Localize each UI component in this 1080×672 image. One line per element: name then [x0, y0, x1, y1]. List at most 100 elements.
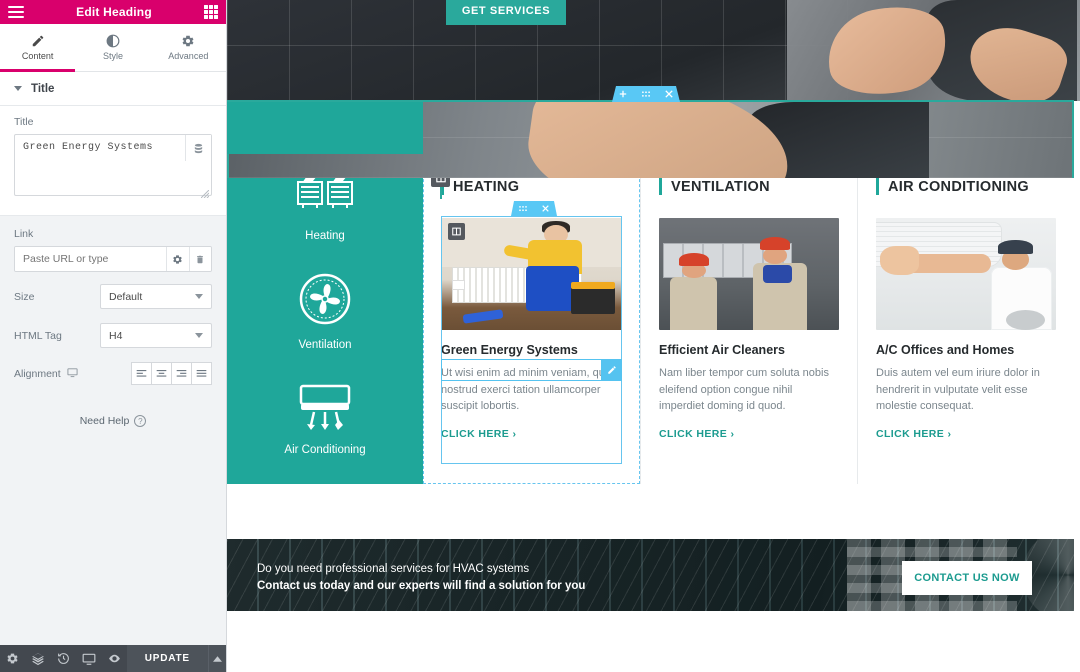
navigator-layers-icon[interactable]: [25, 645, 50, 672]
tab-advanced[interactable]: Advanced: [151, 24, 226, 71]
alignment-label: Alignment: [14, 367, 61, 380]
cta-line-1: Do you need professional services for HV…: [257, 563, 530, 575]
duct-workers-photo: [659, 218, 839, 330]
need-help-link[interactable]: Need Help ?: [14, 389, 212, 427]
card-body: Ut wisi enim ad minim veniam, quis nostr…: [441, 367, 613, 412]
card-image-ventilation[interactable]: [659, 218, 839, 330]
chevron-up-icon[interactable]: [207, 645, 227, 672]
services-sidebar: ‹ Heating: [227, 154, 423, 484]
drag-dots-icon[interactable]: [641, 90, 650, 98]
page-canvas: GET SERVICES ‹: [227, 0, 1080, 672]
panel-spacer: [0, 437, 226, 645]
tab-content[interactable]: Content: [0, 24, 76, 72]
image-widget-handle-icon[interactable]: [448, 223, 465, 240]
tab-advanced-label: Advanced: [168, 51, 209, 61]
card-click-here-link[interactable]: CLICK HERE ›: [441, 428, 516, 440]
card-click-here-link[interactable]: CLICK HERE ›: [876, 428, 951, 440]
pencil-edit-icon[interactable]: [601, 359, 622, 381]
air-conditioner-icon: [299, 384, 351, 430]
chevron-down-icon: [14, 86, 22, 91]
link-control: Link: [14, 228, 212, 272]
panel-title: Edit Heading: [76, 5, 152, 19]
update-button[interactable]: UPDATE: [126, 645, 208, 672]
panel-header: Edit Heading: [0, 0, 226, 24]
size-label: Size: [14, 290, 35, 303]
need-help-label: Need Help: [79, 415, 130, 427]
pencil-icon: [31, 34, 45, 48]
size-control: Size Default: [14, 284, 212, 309]
service-ventilation[interactable]: Ventilation: [227, 273, 423, 351]
card-heading: AIR CONDITIONING: [888, 178, 1029, 195]
contrast-circle-icon: [106, 34, 120, 48]
close-x-icon[interactable]: [664, 90, 673, 98]
get-services-button[interactable]: GET SERVICES: [446, 0, 566, 25]
wrench-tool: [558, 125, 710, 153]
html-tag-label: HTML Tag: [14, 329, 62, 342]
section-title-label: Title: [31, 82, 55, 95]
elementor-editor-window: Edit Heading Content Style Advanced Titl…: [0, 0, 1080, 672]
alignment-button-group: [131, 362, 212, 385]
desktop-icon[interactable]: [67, 367, 78, 381]
preview-eye-icon[interactable]: [101, 645, 126, 672]
close-x-icon[interactable]: [542, 205, 549, 212]
teal-sidebar-top: [227, 102, 423, 154]
card-body: Nam liber tempor cum soluta nobis eleife…: [659, 367, 829, 412]
html-tag-control: HTML Tag H4: [14, 323, 212, 348]
service-air-conditioning-label: Air Conditioning: [284, 444, 366, 456]
alignment-control: Alignment: [14, 362, 212, 385]
service-card-heating: HEATING Green Energy Systems Ut wisi eni…: [423, 154, 640, 484]
alignment-label-wrap: Alignment: [14, 367, 100, 381]
html-tag-select[interactable]: H4: [100, 323, 212, 348]
tab-style[interactable]: Style: [75, 24, 150, 71]
hamburger-menu-icon[interactable]: [8, 6, 24, 18]
align-left-button[interactable]: [131, 362, 152, 385]
grid-apps-icon[interactable]: [204, 5, 218, 19]
align-right-button[interactable]: [171, 362, 192, 385]
plus-icon[interactable]: [619, 90, 627, 98]
link-input-group: [14, 246, 212, 272]
card-heading-row: HEATING: [441, 178, 622, 195]
card-image-air-conditioning[interactable]: [876, 218, 1056, 330]
database-icon[interactable]: [185, 135, 211, 161]
card-heading: HEATING: [453, 178, 520, 195]
size-value: Default: [109, 290, 143, 303]
gear-icon: [181, 34, 195, 48]
size-select[interactable]: Default: [100, 284, 212, 309]
contact-us-now-button[interactable]: CONTACT US NOW: [902, 561, 1032, 595]
card-click-here-link[interactable]: CLICK HERE ›: [659, 428, 734, 440]
accent-bar: [876, 178, 879, 195]
responsive-mode-icon[interactable]: [76, 645, 101, 672]
link-field-label: Link: [14, 228, 34, 240]
title-field-label: Title: [14, 116, 34, 128]
question-circle-icon: ?: [134, 415, 147, 427]
panel-footer: UPDATE: [0, 645, 227, 672]
section-title-header[interactable]: Title: [0, 72, 226, 106]
cta-banner: Do you need professional services for HV…: [227, 539, 1074, 611]
card-heading-row: AIR CONDITIONING: [876, 178, 1056, 195]
cta-text-block: Do you need professional services for HV…: [257, 561, 585, 595]
settings-gear-icon[interactable]: [0, 645, 25, 672]
section-edit-toolbar: [612, 86, 680, 102]
card-image-heating[interactable]: [441, 218, 622, 330]
align-center-button[interactable]: [151, 362, 172, 385]
service-heating-label: Heating: [305, 230, 345, 242]
service-ventilation-label: Ventilation: [298, 339, 352, 351]
card-heading: VENTILATION: [671, 178, 770, 195]
technician-thumbs-up-photo: [441, 218, 622, 330]
accent-bar: [659, 178, 662, 195]
secondary-controls: Link Size Default: [0, 216, 226, 437]
drag-dots-icon[interactable]: [518, 205, 527, 212]
trash-icon[interactable]: [188, 247, 211, 271]
editor-panel: Edit Heading Content Style Advanced Titl…: [0, 0, 227, 672]
title-input[interactable]: [14, 134, 212, 196]
history-revisions-icon[interactable]: [51, 645, 76, 672]
align-justify-button[interactable]: [191, 362, 212, 385]
widget-edit-toolbar: [511, 201, 557, 216]
tab-style-label: Style: [102, 51, 123, 61]
service-air-conditioning[interactable]: Air Conditioning: [227, 384, 423, 456]
html-tag-value: H4: [109, 329, 123, 342]
service-heating[interactable]: Heating: [227, 168, 423, 242]
service-card-air-conditioning: AIR CONDITIONING A/C Offices and Homes D…: [857, 154, 1074, 484]
link-options-gear-icon[interactable]: [166, 247, 189, 271]
link-input[interactable]: [15, 247, 166, 271]
